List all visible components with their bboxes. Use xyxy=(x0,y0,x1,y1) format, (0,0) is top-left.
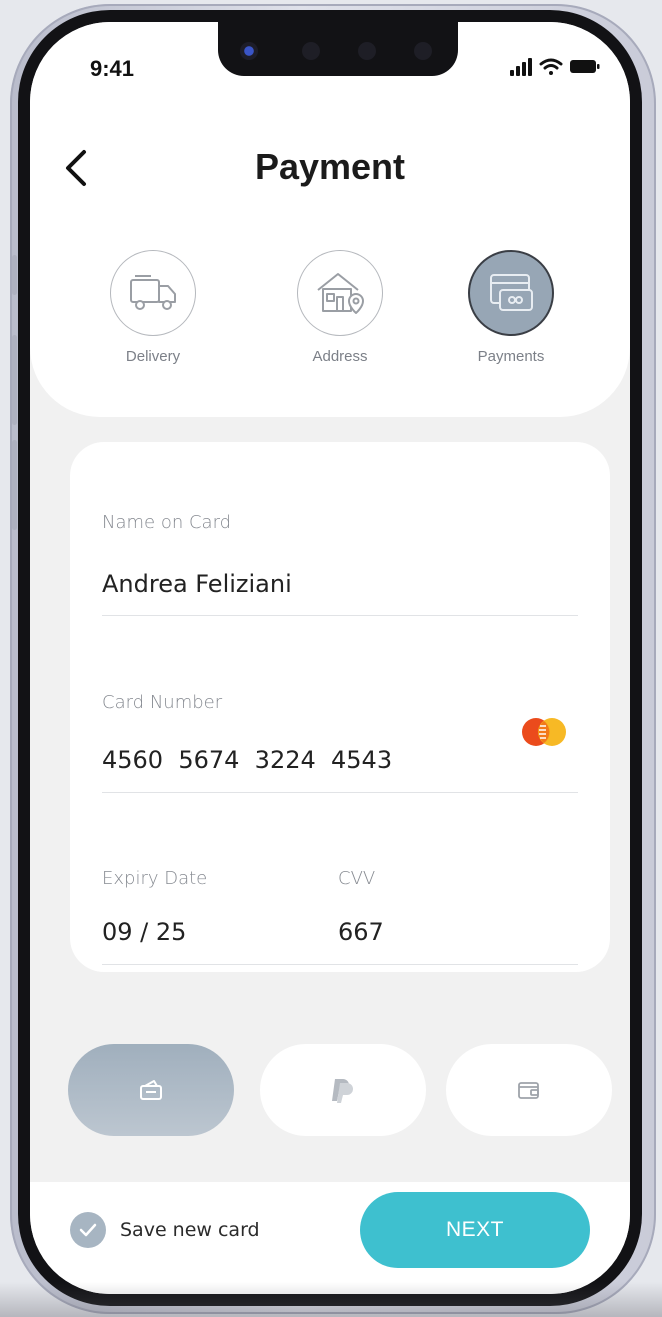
cvv-label: CVV xyxy=(338,868,376,889)
camera-icon xyxy=(240,42,258,60)
mastercard-icon xyxy=(522,718,566,746)
status-icons xyxy=(510,58,600,76)
step-payments[interactable]: Payments xyxy=(441,250,581,365)
wallet-icon xyxy=(518,1082,539,1099)
bottom-shadow xyxy=(0,1282,662,1317)
sensor-icon xyxy=(358,42,376,60)
notch xyxy=(218,22,458,76)
battery-icon xyxy=(570,60,600,73)
house-location-icon xyxy=(317,273,364,314)
name-label: Name on Card xyxy=(102,512,232,533)
cvv-field[interactable]: 667 xyxy=(338,918,384,946)
payment-card-icon xyxy=(490,274,533,311)
side-button xyxy=(12,255,17,295)
name-on-card-field[interactable]: Andrea Feliziani xyxy=(102,570,292,598)
save-card-checkbox[interactable] xyxy=(70,1212,106,1248)
check-icon xyxy=(79,1223,97,1237)
sensor-icon xyxy=(302,42,320,60)
name-underline xyxy=(102,615,578,616)
side-button xyxy=(12,335,17,425)
page-title: Payment xyxy=(254,146,406,187)
app-screen: 9:41 Payment Delivery Address Payments N… xyxy=(30,22,630,1294)
wifi-icon xyxy=(539,58,563,75)
save-card-label[interactable]: Save new card xyxy=(120,1219,260,1241)
card-number-underline xyxy=(102,792,578,793)
step-delivery[interactable]: Delivery xyxy=(83,250,223,365)
expiry-cvv-underline xyxy=(102,964,578,965)
truck-icon xyxy=(130,275,176,310)
signal-icon xyxy=(510,58,532,76)
step-address[interactable]: Address xyxy=(270,250,410,365)
wallet-method-button[interactable] xyxy=(446,1044,612,1136)
sensor-icon xyxy=(414,42,432,60)
step-payments-circle xyxy=(468,250,554,336)
step-payments-label: Payments xyxy=(477,348,545,365)
step-address-label: Address xyxy=(312,348,368,365)
status-time: 9:41 xyxy=(90,56,135,81)
card-method-button[interactable] xyxy=(68,1044,234,1136)
step-delivery-label: Delivery xyxy=(125,348,181,365)
paypal-method-button[interactable] xyxy=(260,1044,426,1136)
step-address-circle xyxy=(297,250,383,336)
side-button xyxy=(12,440,17,530)
card-icon xyxy=(140,1080,162,1100)
expiry-label: Expiry Date xyxy=(102,868,208,889)
step-delivery-circle xyxy=(110,250,196,336)
expiry-date-field[interactable]: 09 / 25 xyxy=(102,918,186,946)
card-number-field[interactable]: 4560 5674 3224 4543 xyxy=(102,746,392,774)
card-form: Name on Card Andrea Feliziani Card Numbe… xyxy=(70,442,610,972)
card-number-label: Card Number xyxy=(102,692,223,713)
next-button[interactable]: NEXT xyxy=(360,1192,590,1268)
paypal-icon xyxy=(332,1079,353,1103)
